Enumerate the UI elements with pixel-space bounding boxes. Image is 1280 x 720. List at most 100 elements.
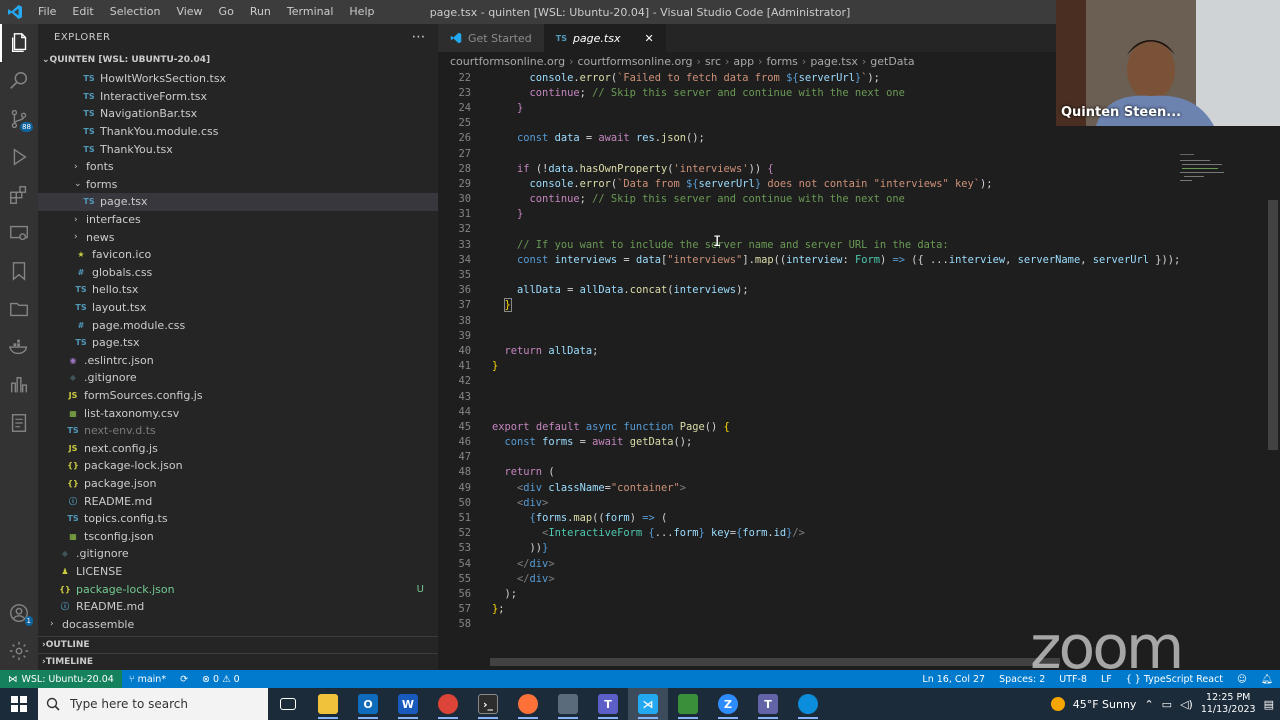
minimap[interactable]	[1176, 70, 1266, 660]
file-item[interactable]: JS next.config.js	[38, 439, 438, 457]
task-view-icon[interactable]	[268, 688, 308, 720]
cursor-position[interactable]: Ln 16, Col 27	[915, 674, 992, 685]
sync-icon[interactable]: ⟳	[173, 674, 195, 685]
code-line[interactable]: 27	[438, 146, 1280, 161]
file-item[interactable]: # globals.css	[38, 264, 438, 282]
clock[interactable]: 12:25 PM 11/13/2023	[1201, 692, 1256, 716]
menu-item-terminal[interactable]: Terminal	[279, 0, 342, 24]
teams-chat-icon[interactable]: T	[748, 688, 788, 720]
code-line[interactable]: 42	[438, 374, 1280, 389]
code-line[interactable]: 28 if (!data.hasOwnProperty('interviews'…	[438, 161, 1280, 176]
run-debug-icon[interactable]	[0, 138, 38, 176]
timeline-section[interactable]: › TIMELINE	[38, 653, 438, 670]
menu-item-help[interactable]: Help	[341, 0, 382, 24]
code-line[interactable]: 37 }	[438, 298, 1280, 313]
windows-start-icon[interactable]	[0, 688, 38, 720]
code-line[interactable]: 56 );	[438, 586, 1280, 601]
docker-icon[interactable]	[0, 328, 38, 366]
code-line[interactable]: 50 <div>	[438, 495, 1280, 510]
file-item[interactable]: ★ favicon.ico	[38, 246, 438, 264]
menu-item-file[interactable]: File	[30, 0, 64, 24]
bookmark-icon[interactable]	[0, 252, 38, 290]
terminal-icon[interactable]: ›_	[468, 688, 508, 720]
file-item[interactable]: ♟ LICENSE	[38, 563, 438, 581]
code-line[interactable]: 39	[438, 328, 1280, 343]
problems-indicator[interactable]: ⊗ 0 ⚠ 0	[195, 674, 247, 685]
code-line[interactable]: 31 }	[438, 207, 1280, 222]
code-line[interactable]: 44	[438, 404, 1280, 419]
folder-item[interactable]: ⌄ forms	[38, 176, 438, 194]
folder-icon[interactable]	[0, 290, 38, 328]
file-explorer-icon[interactable]	[308, 688, 348, 720]
code-editor[interactable]: 22 console.error(`Failed to fetch data f…	[438, 70, 1280, 632]
horizontal-scrollbar[interactable]	[490, 658, 1060, 666]
chevron-up-icon[interactable]: ⌃	[1144, 698, 1153, 711]
code-line[interactable]: 33 // If you want to include the server …	[438, 237, 1280, 252]
feedback-icon[interactable]: ☺	[1230, 674, 1254, 685]
code-line[interactable]: 55 </div>	[438, 571, 1280, 586]
notepad-icon[interactable]	[668, 688, 708, 720]
code-line[interactable]: 53 ))}	[438, 541, 1280, 556]
folder-item[interactable]: › docassemble	[38, 615, 438, 633]
code-line[interactable]: 51 {forms.map((form) => (	[438, 510, 1280, 525]
file-item[interactable]: ◉ .eslintrc.json	[38, 352, 438, 370]
file-item[interactable]: {} package-lock.json U	[38, 580, 438, 598]
menu-item-view[interactable]: View	[168, 0, 210, 24]
close-tab-icon[interactable]: ✕	[644, 32, 653, 45]
volume-icon[interactable]: ◁)	[1180, 698, 1193, 711]
teams-icon[interactable]: T	[588, 688, 628, 720]
file-item[interactable]: {} package-lock.json	[38, 457, 438, 475]
notifications-bell-icon[interactable]: 🔔︎	[1254, 674, 1280, 685]
file-item[interactable]: TS ThankYou.module.css	[38, 123, 438, 141]
code-line[interactable]: 41}	[438, 359, 1280, 374]
code-line[interactable]: 38	[438, 313, 1280, 328]
code-line[interactable]: 35	[438, 267, 1280, 282]
file-item[interactable]: TS next-env.d.ts	[38, 422, 438, 440]
tab-get-started[interactable]: Get Started	[438, 24, 544, 52]
scrollbar-thumb[interactable]	[1268, 200, 1278, 450]
code-line[interactable]: 32	[438, 222, 1280, 237]
vscode-logo-icon[interactable]	[0, 0, 30, 24]
extensions-icon[interactable]	[0, 176, 38, 214]
file-item[interactable]: {} package.json	[38, 475, 438, 493]
file-item[interactable]: TS ThankYou.tsx	[38, 140, 438, 158]
file-item[interactable]: ▦ tsconfig.json	[38, 527, 438, 545]
code-line[interactable]: 43	[438, 389, 1280, 404]
breadcrumb-item[interactable]: getData	[870, 55, 914, 68]
menu-item-edit[interactable]: Edit	[64, 0, 101, 24]
menu-item-selection[interactable]: Selection	[102, 0, 169, 24]
code-line[interactable]: 45 export default async function Page() {	[438, 419, 1280, 434]
file-item[interactable]: ▦ list-taxonomy.csv	[38, 404, 438, 422]
settings-gear-icon[interactable]	[0, 632, 38, 670]
folder-item[interactable]: › interfaces	[38, 211, 438, 229]
code-line[interactable]: 48 return (	[438, 465, 1280, 480]
more-actions-icon[interactable]: ⋯	[412, 29, 427, 45]
file-item[interactable]: TS page.tsx	[38, 193, 438, 211]
workspace-section[interactable]: ⌄ QUINTEN [WSL: UBUNTU-20.04]	[38, 50, 438, 70]
menu-item-run[interactable]: Run	[242, 0, 279, 24]
file-item[interactable]: TS layout.tsx	[38, 299, 438, 317]
taskbar-search[interactable]: Type here to search	[38, 688, 268, 720]
file-item[interactable]: ⓘ README.md	[38, 492, 438, 510]
code-line[interactable]: 26 const data = await res.json();	[438, 131, 1280, 146]
file-item[interactable]: TS HowItWorksSection.tsx	[38, 70, 438, 88]
outline-section[interactable]: › OUTLINE	[38, 636, 438, 653]
edge-icon[interactable]	[788, 688, 828, 720]
file-item[interactable]: TS InteractiveForm.tsx	[38, 88, 438, 106]
code-line[interactable]: 52 <InteractiveForm {...form} key={form.…	[438, 526, 1280, 541]
word-icon[interactable]: W	[388, 688, 428, 720]
breadcrumb-item[interactable]: app	[733, 55, 754, 68]
network-icon[interactable]: ▭	[1162, 698, 1172, 711]
account-icon[interactable]: 1	[0, 594, 38, 632]
weather-text[interactable]: 45°F Sunny	[1073, 698, 1137, 711]
file-item[interactable]: TS topics.config.ts	[38, 510, 438, 528]
code-line[interactable]: 30 continue; // Skip this server and con…	[438, 192, 1280, 207]
firefox-icon[interactable]	[508, 688, 548, 720]
remote-desktop-icon[interactable]	[548, 688, 588, 720]
breadcrumb-item[interactable]: src	[705, 55, 721, 68]
breadcrumb-item[interactable]: courtformsonline.org	[577, 55, 692, 68]
breadcrumb-item[interactable]: courtformsonline.org	[450, 55, 565, 68]
code-line[interactable]: 46 const forms = await getData();	[438, 435, 1280, 450]
chrome-icon[interactable]	[428, 688, 468, 720]
weather-icon[interactable]	[1050, 697, 1065, 711]
